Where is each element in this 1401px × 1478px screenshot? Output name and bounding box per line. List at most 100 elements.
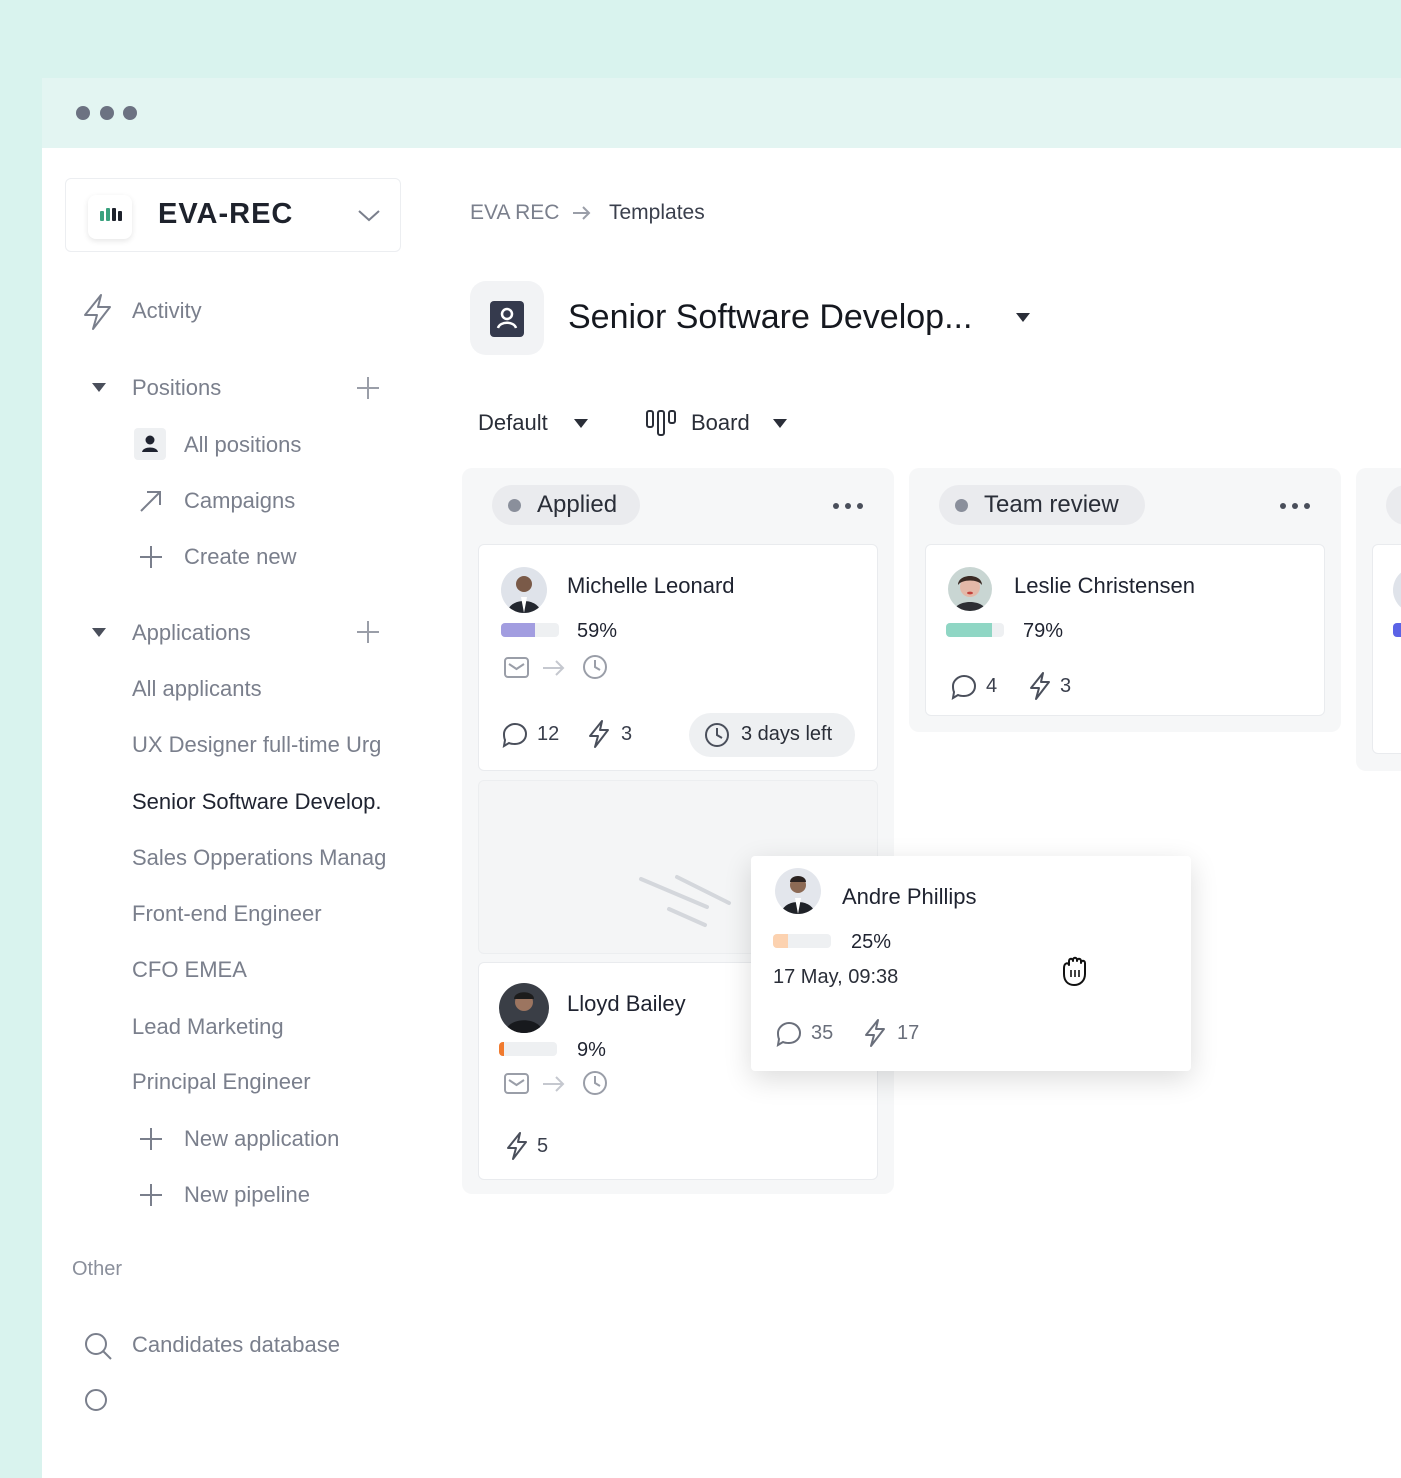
column-next-header <box>1386 485 1401 525</box>
comment-icon <box>502 722 528 748</box>
nav-new-pipeline[interactable]: New pipeline <box>184 1182 310 1208</box>
window-dot-minimize[interactable] <box>100 106 114 120</box>
mail-icon <box>504 1073 529 1094</box>
layout-dropdown-icon[interactable] <box>773 419 787 428</box>
status-dot <box>508 499 521 512</box>
column-team-review: Team review Leslie Christensen 79% 4 3 <box>909 468 1341 732</box>
column-next <box>1356 468 1401 771</box>
positions-collapse-icon[interactable] <box>92 383 106 392</box>
nav-positions[interactable]: Positions <box>132 375 221 401</box>
progress-label: 79% <box>1023 620 1064 642</box>
window-dot-maximize[interactable] <box>123 106 137 120</box>
nav-application-cfo[interactable]: CFO EMEA <box>132 957 247 983</box>
candidate-name: Andre Phillips <box>842 884 977 909</box>
avatar <box>501 567 547 613</box>
candidate-card-partial[interactable] <box>1372 544 1401 754</box>
position-title[interactable]: Senior Software Develop... <box>568 298 972 337</box>
plus-icon <box>140 546 162 568</box>
drag-motion-icon <box>639 875 731 927</box>
nav-all-applicants[interactable]: All applicants <box>132 676 262 702</box>
action-count: 17 <box>897 1022 920 1044</box>
add-position-icon[interactable] <box>355 375 381 401</box>
window-dot-close[interactable] <box>76 106 90 120</box>
layout-select[interactable]: Board <box>691 410 750 436</box>
nav-application-lead-marketing[interactable]: Lead Marketing <box>132 1014 284 1040</box>
column-applied-header: Applied <box>492 485 640 525</box>
nav-all-positions[interactable]: All positions <box>184 432 301 458</box>
clock-icon <box>583 655 607 679</box>
lightning-icon <box>1030 672 1050 700</box>
nav-create-new[interactable]: Create new <box>184 544 297 570</box>
arrow-right-icon <box>573 206 591 220</box>
plus-icon <box>140 1128 162 1150</box>
nav-campaigns[interactable]: Campaigns <box>184 488 295 514</box>
applications-collapse-icon[interactable] <box>92 628 106 637</box>
candidate-name: Michelle Leonard <box>567 573 735 598</box>
chevron-down-icon[interactable] <box>356 205 382 225</box>
progress-label: 59% <box>577 620 618 642</box>
avatar <box>499 983 549 1033</box>
position-badge <box>470 281 544 355</box>
app-window: EVA-REC Activity Positions All positions… <box>42 78 1401 1478</box>
nav-new-application[interactable]: New application <box>184 1126 339 1152</box>
comment-icon <box>951 674 977 700</box>
action-count: 3 <box>621 723 633 745</box>
action-count: 3 <box>1060 675 1072 697</box>
nav-application-frontend[interactable]: Front-end Engineer <box>132 901 322 927</box>
progress-bar <box>946 623 1004 637</box>
arrow-right-icon <box>543 1076 565 1092</box>
applied-date: 17 May, 09:38 <box>773 966 899 988</box>
candidate-card-michelle[interactable]: Michelle Leonard 59% 12 3 3 days left <box>478 544 878 771</box>
nav-application-senior-software[interactable]: Senior Software Develop. <box>132 789 404 815</box>
comment-count: 12 <box>537 723 560 745</box>
avatar <box>948 567 992 611</box>
progress-bar <box>773 934 831 948</box>
workspace-switcher[interactable]: EVA-REC <box>65 178 401 252</box>
progress-bar <box>499 1042 557 1056</box>
add-application-icon[interactable] <box>355 619 381 645</box>
column-applied: Applied Michelle Leonard 59% 12 3 3 days… <box>462 468 894 1194</box>
candidate-card-andre-dragging[interactable]: Andre Phillips 25% 17 May, 09:38 35 17 <box>751 856 1191 1071</box>
clock-icon <box>705 723 729 747</box>
nav-application-sales-operations[interactable]: Sales Opperations Manag <box>132 845 404 871</box>
arrow-up-right-icon <box>140 491 161 512</box>
mail-icon <box>504 657 529 678</box>
deadline-badge: 3 days left <box>689 713 855 757</box>
window-titlebar <box>42 78 1401 148</box>
candidate-name: Leslie Christensen <box>1014 573 1195 598</box>
nav-application-ux-designer[interactable]: UX Designer full-time Urg <box>132 732 404 758</box>
comment-count: 4 <box>986 675 998 697</box>
next-nav-item-icon <box>85 1389 107 1411</box>
nav-activity[interactable]: Activity <box>132 298 202 324</box>
lightning-icon <box>507 1132 527 1160</box>
status-dot <box>955 499 968 512</box>
grab-cursor-icon <box>1063 956 1086 986</box>
progress-bar <box>1393 623 1401 637</box>
nav-applications[interactable]: Applications <box>132 620 251 646</box>
nav-candidates-database[interactable]: Candidates database <box>132 1332 340 1358</box>
clock-icon <box>583 1071 607 1095</box>
user-icon <box>134 428 166 460</box>
comment-count: 35 <box>811 1022 834 1044</box>
search-icon <box>85 1333 112 1360</box>
avatar <box>1393 567 1401 613</box>
comment-icon <box>776 1021 802 1047</box>
candidate-name: Lloyd Bailey <box>567 991 686 1016</box>
id-badge-icon <box>490 301 524 337</box>
candidate-card-leslie[interactable]: Leslie Christensen 79% 4 3 <box>925 544 1325 716</box>
lightning-icon <box>589 720 609 748</box>
filter-select[interactable]: Default <box>478 410 548 436</box>
filter-dropdown-icon[interactable] <box>574 419 588 428</box>
nav-application-principal-engineer[interactable]: Principal Engineer <box>132 1069 311 1095</box>
board-icon <box>646 410 676 436</box>
progress-label: 25% <box>851 931 892 953</box>
column-team-review-more-icon[interactable] <box>1280 503 1312 509</box>
arrow-right-icon <box>543 660 565 676</box>
position-dropdown-icon[interactable] <box>1016 313 1030 322</box>
lightning-icon <box>865 1019 885 1047</box>
progress-bar <box>501 623 559 637</box>
column-applied-more-icon[interactable] <box>833 503 865 509</box>
column-team-review-label: Team review <box>984 491 1119 518</box>
section-other-label: Other <box>72 1258 123 1280</box>
breadcrumb-root[interactable]: EVA REC <box>470 201 559 225</box>
